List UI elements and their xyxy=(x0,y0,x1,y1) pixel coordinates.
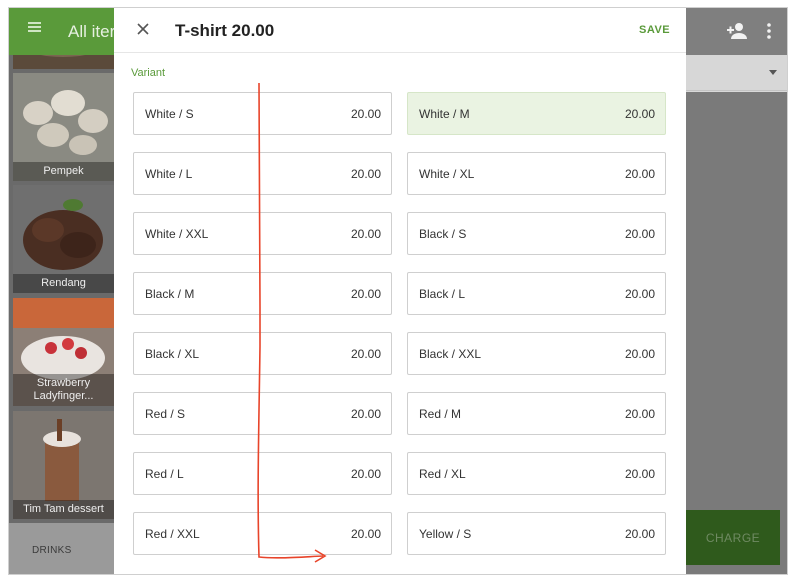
variant-name: Black / S xyxy=(419,227,467,241)
variant-name: Red / S xyxy=(145,407,186,421)
variant-name: White / XL xyxy=(419,167,475,181)
variant-price: 20.00 xyxy=(624,167,655,181)
variant-price: 20.00 xyxy=(624,407,655,421)
variant-name: Yellow / S xyxy=(419,527,472,541)
more-vert-icon[interactable] xyxy=(766,22,772,40)
item-tile[interactable]: Strawberry Ladyfinger... xyxy=(13,298,114,406)
app-bar: All iter xyxy=(9,8,116,55)
menu-icon[interactable] xyxy=(28,22,41,32)
caret-down-icon xyxy=(769,70,777,75)
variant-name: Red / M xyxy=(419,407,462,421)
variant-option[interactable]: Red / XXL 20.00 xyxy=(133,512,392,555)
close-icon[interactable] xyxy=(136,22,150,36)
variant-price: 20.00 xyxy=(350,287,381,301)
dialog-header: T-shirt 20.00 SAVE xyxy=(114,8,686,53)
dialog-title: T-shirt 20.00 xyxy=(175,21,275,40)
variant-price: 20.00 xyxy=(624,527,655,541)
variant-price: 20.00 xyxy=(624,107,655,121)
variant-name: White / XXL xyxy=(145,227,209,241)
item-tile[interactable]: Tim Tam dessert xyxy=(13,411,114,519)
screen: All iter CHARGE Pempek Rendang Strawberr… xyxy=(8,7,788,575)
variant-price: 20.00 xyxy=(350,167,381,181)
variant-price: 20.00 xyxy=(350,107,381,121)
variant-name: Black / M xyxy=(145,287,195,301)
item-grid: Pempek Rendang Strawberry Ladyfinger... xyxy=(9,55,114,523)
variant-name: Black / XL xyxy=(145,347,200,361)
item-tile[interactable] xyxy=(13,55,114,69)
app-bar-actions xyxy=(686,8,787,55)
item-name: Rendang xyxy=(13,274,114,293)
variant-name: White / M xyxy=(419,107,470,121)
variant-option[interactable]: Black / L 20.00 xyxy=(407,272,666,315)
customer-dropdown[interactable] xyxy=(686,55,787,91)
variant-option[interactable]: White / XXL 20.00 xyxy=(133,212,392,255)
variant-option[interactable]: White / M 20.00 xyxy=(407,92,666,135)
app-title: All iter xyxy=(68,22,116,41)
item-tile[interactable]: Pempek xyxy=(13,73,114,181)
save-button[interactable]: SAVE xyxy=(639,24,670,36)
variant-option[interactable]: Red / M 20.00 xyxy=(407,392,666,435)
item-name: Strawberry Ladyfinger... xyxy=(13,374,114,406)
variant-option[interactable]: Yellow / S 20.00 xyxy=(407,512,666,555)
variant-dialog: T-shirt 20.00 SAVE Variant White / S 20.0… xyxy=(114,8,686,574)
add-person-icon[interactable] xyxy=(726,21,748,41)
category-drinks[interactable]: DRINKS xyxy=(32,545,72,556)
variant-name: Red / L xyxy=(145,467,184,481)
item-name: Tim Tam dessert xyxy=(13,500,114,519)
variant-name: Black / L xyxy=(419,287,466,301)
variant-option[interactable]: Black / S 20.00 xyxy=(407,212,666,255)
variant-option[interactable]: Black / XL 20.00 xyxy=(133,332,392,375)
variant-name: Black / XXL xyxy=(419,347,482,361)
variant-price: 20.00 xyxy=(350,227,381,241)
section-label: Variant xyxy=(131,67,166,79)
ticket-pane xyxy=(686,92,787,574)
variant-option[interactable]: Black / XXL 20.00 xyxy=(407,332,666,375)
variant-price: 20.00 xyxy=(624,227,655,241)
variant-option[interactable]: Red / XL 20.00 xyxy=(407,452,666,495)
variant-price: 20.00 xyxy=(624,287,655,301)
variant-name: Red / XXL xyxy=(145,527,200,541)
charge-button[interactable]: CHARGE xyxy=(686,510,780,565)
category-bar: DRINKS xyxy=(9,523,114,574)
variant-option[interactable]: Red / S 20.00 xyxy=(133,392,392,435)
variant-name: White / S xyxy=(145,107,194,121)
variant-price: 20.00 xyxy=(624,467,655,481)
item-tile[interactable]: Rendang xyxy=(13,185,114,293)
item-image xyxy=(13,55,114,69)
variant-price: 20.00 xyxy=(350,527,381,541)
variant-name: White / L xyxy=(145,167,193,181)
variant-price: 20.00 xyxy=(350,347,381,361)
variant-price: 20.00 xyxy=(350,407,381,421)
variant-name: Red / XL xyxy=(419,467,466,481)
variant-option[interactable]: Red / L 20.00 xyxy=(133,452,392,495)
variant-option[interactable]: Black / M 20.00 xyxy=(133,272,392,315)
variant-price: 20.00 xyxy=(350,467,381,481)
item-name: Pempek xyxy=(13,162,114,181)
variant-option[interactable]: White / L 20.00 xyxy=(133,152,392,195)
variant-option[interactable]: White / XL 20.00 xyxy=(407,152,666,195)
variant-price: 20.00 xyxy=(624,347,655,361)
variant-option[interactable]: White / S 20.00 xyxy=(133,92,392,135)
